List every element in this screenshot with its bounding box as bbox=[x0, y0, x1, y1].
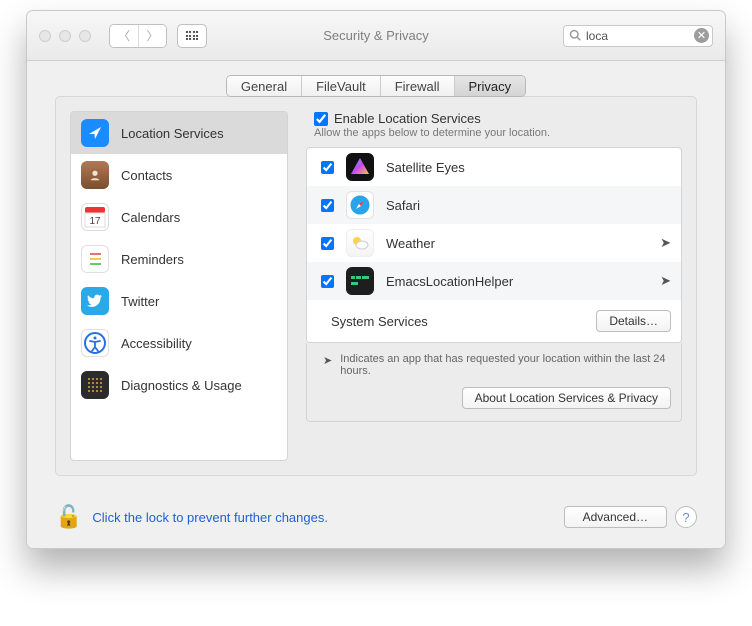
app-name: Satellite Eyes bbox=[386, 160, 671, 175]
app-checkbox[interactable] bbox=[321, 161, 334, 174]
enable-location-subtext: Allow the apps below to determine your l… bbox=[306, 127, 682, 147]
diagnostics-icon bbox=[81, 371, 109, 399]
system-services-label: System Services bbox=[331, 314, 428, 329]
calendar-icon: 17 bbox=[81, 203, 109, 231]
satellite-eyes-icon bbox=[346, 153, 374, 181]
enable-location-checkbox[interactable] bbox=[314, 112, 328, 126]
twitter-icon bbox=[81, 287, 109, 315]
sidebar-item-reminders[interactable]: Reminders bbox=[71, 238, 287, 280]
lock-icon: 🔓 bbox=[55, 504, 82, 530]
safari-icon bbox=[346, 191, 374, 219]
tab-privacy[interactable]: Privacy bbox=[454, 76, 526, 96]
about-button[interactable]: About Location Services & Privacy bbox=[462, 387, 671, 409]
location-icon bbox=[81, 119, 109, 147]
back-button[interactable]: 〈 bbox=[110, 25, 138, 47]
sidebar-item-twitter[interactable]: Twitter bbox=[71, 280, 287, 322]
sidebar-item-location-services[interactable]: Location Services bbox=[71, 112, 287, 154]
search-icon bbox=[569, 29, 581, 41]
svg-text:17: 17 bbox=[89, 216, 101, 227]
emacs-location-helper-icon bbox=[346, 267, 374, 295]
sidebar-item-label: Calendars bbox=[121, 210, 180, 225]
privacy-panel: Location Services Contacts 17 Calendars bbox=[55, 96, 697, 476]
content-area: Enable Location Services Allow the apps … bbox=[306, 111, 682, 461]
search-input[interactable] bbox=[563, 25, 713, 47]
advanced-button[interactable]: Advanced… bbox=[564, 506, 667, 528]
sidebar-item-label: Twitter bbox=[121, 294, 159, 309]
lock-row[interactable]: 🔓 Click the lock to prevent further chan… bbox=[55, 504, 328, 530]
sidebar-item-label: Reminders bbox=[121, 252, 184, 267]
reminders-icon bbox=[81, 245, 109, 273]
lock-text: Click the lock to prevent further change… bbox=[92, 510, 328, 525]
app-name: Weather bbox=[386, 236, 648, 251]
app-list: Satellite Eyes Safari We bbox=[306, 147, 682, 343]
titlebar: 〈 〉 Security & Privacy ✕ bbox=[27, 11, 725, 61]
forward-button[interactable]: 〉 bbox=[138, 25, 166, 47]
sidebar-item-label: Contacts bbox=[121, 168, 172, 183]
grid-icon bbox=[186, 31, 199, 40]
app-checkbox[interactable] bbox=[321, 199, 334, 212]
app-row: EmacsLocationHelper ➤ bbox=[307, 262, 681, 300]
app-name: EmacsLocationHelper bbox=[386, 274, 648, 289]
sidebar-item-contacts[interactable]: Contacts bbox=[71, 154, 287, 196]
location-arrow-icon: ➤ bbox=[323, 354, 332, 377]
app-row: Safari bbox=[307, 186, 681, 224]
footer: 🔓 Click the lock to prevent further chan… bbox=[27, 494, 725, 548]
sidebar-item-label: Accessibility bbox=[121, 336, 192, 351]
sidebar-item-label: Diagnostics & Usage bbox=[121, 378, 242, 393]
minimize-button[interactable] bbox=[59, 30, 71, 42]
zoom-button[interactable] bbox=[79, 30, 91, 42]
prefs-window: 〈 〉 Security & Privacy ✕ General FileVau… bbox=[26, 10, 726, 549]
contacts-icon bbox=[81, 161, 109, 189]
nav-back-forward: 〈 〉 bbox=[109, 24, 167, 48]
app-name: Safari bbox=[386, 198, 671, 213]
show-all-button[interactable] bbox=[177, 24, 207, 48]
clear-search-button[interactable]: ✕ bbox=[694, 28, 709, 43]
chevron-right-icon: 〉 bbox=[146, 27, 158, 44]
system-services-row: System Services Details… bbox=[307, 300, 681, 342]
chevron-left-icon: 〈 bbox=[118, 27, 130, 44]
enable-location-label: Enable Location Services bbox=[334, 111, 481, 126]
sidebar-item-calendars[interactable]: 17 Calendars bbox=[71, 196, 287, 238]
tab-general[interactable]: General bbox=[227, 76, 301, 96]
app-checkbox[interactable] bbox=[321, 275, 334, 288]
body: General FileVault Firewall Privacy Locat… bbox=[27, 61, 725, 494]
note-box: ➤ Indicates an app that has requested yo… bbox=[306, 343, 682, 422]
enable-location-row: Enable Location Services bbox=[306, 111, 682, 127]
note-text: Indicates an app that has requested your… bbox=[340, 353, 671, 377]
details-button[interactable]: Details… bbox=[596, 310, 671, 332]
sidebar-item-diagnostics[interactable]: Diagnostics & Usage bbox=[71, 364, 287, 406]
app-row: Weather ➤ bbox=[307, 224, 681, 262]
close-button[interactable] bbox=[39, 30, 51, 42]
privacy-sidebar: Location Services Contacts 17 Calendars bbox=[70, 111, 288, 461]
weather-icon bbox=[346, 229, 374, 257]
tabs: General FileVault Firewall Privacy bbox=[55, 75, 697, 97]
app-row: Satellite Eyes bbox=[307, 148, 681, 186]
app-checkbox[interactable] bbox=[321, 237, 334, 250]
tab-filevault[interactable]: FileVault bbox=[301, 76, 380, 96]
location-arrow-icon: ➤ bbox=[660, 235, 671, 251]
sidebar-item-label: Location Services bbox=[121, 126, 224, 141]
tab-firewall[interactable]: Firewall bbox=[380, 76, 454, 96]
search-field-wrap: ✕ bbox=[563, 25, 713, 47]
help-button[interactable]: ? bbox=[675, 506, 697, 528]
window-controls bbox=[39, 30, 91, 42]
accessibility-icon bbox=[81, 329, 109, 357]
sidebar-item-accessibility[interactable]: Accessibility bbox=[71, 322, 287, 364]
location-arrow-icon: ➤ bbox=[660, 273, 671, 289]
